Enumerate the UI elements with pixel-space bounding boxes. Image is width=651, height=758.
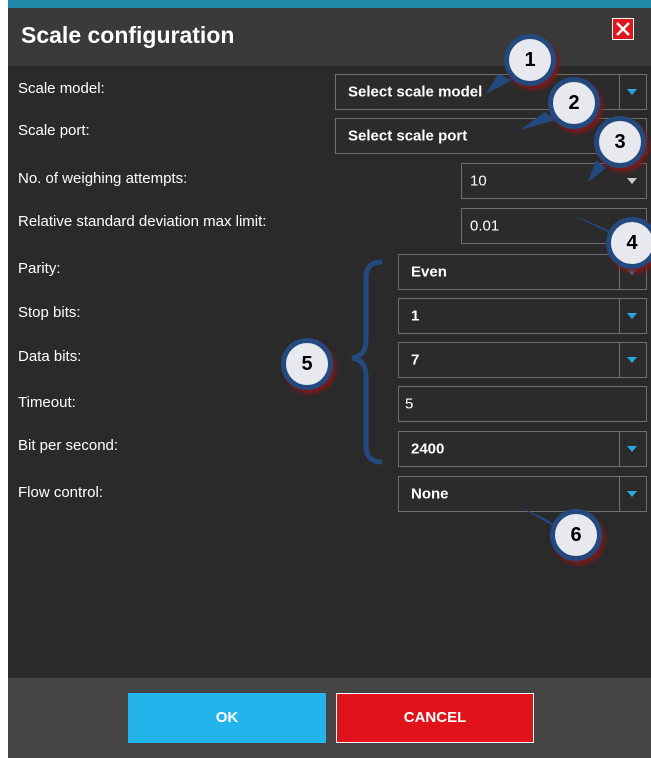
callout-1-badge: 1 [504,34,556,86]
callout-6-badge: 6 [550,509,602,561]
callout-1-pointer [486,74,512,94]
callout-5-badge: 5 [281,338,333,390]
callout-3-badge: 3 [594,116,646,168]
group-brace [351,259,383,465]
callout-4-badge: 4 [606,217,651,269]
callout-3-pointer [588,160,606,182]
callout-2-badge: 2 [548,77,600,129]
